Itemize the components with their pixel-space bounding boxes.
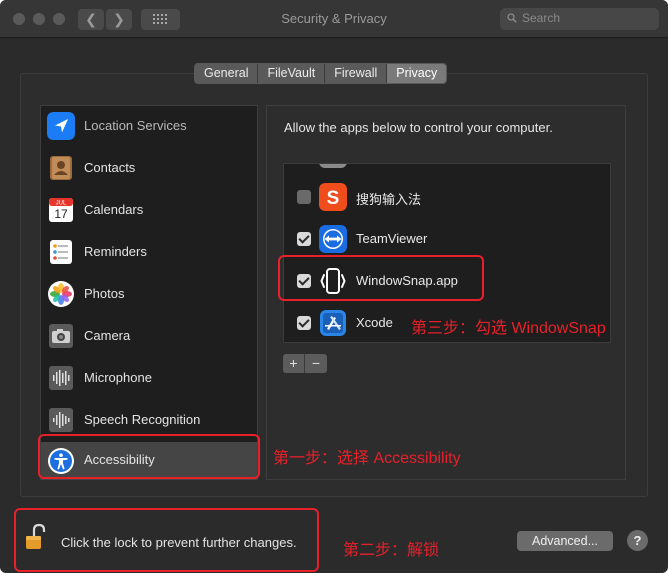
calendar-icon-month: JUL xyxy=(56,201,67,207)
app-checkbox[interactable] xyxy=(297,232,311,246)
sidebar-item-label: Reminders xyxy=(84,244,147,259)
sidebar-item-microphone[interactable]: Microphone xyxy=(41,358,257,400)
partial-app-icon xyxy=(319,164,347,168)
sidebar-item-label: Camera xyxy=(84,328,131,343)
remove-app-button[interactable]: − xyxy=(305,354,327,373)
highlight-accessibility xyxy=(38,434,260,479)
tab-filevault[interactable]: FileVault xyxy=(258,64,326,83)
sidebar-item-label: Speech Recognition xyxy=(84,412,201,427)
add-remove-controls: + − xyxy=(283,354,327,373)
app-label: TeamViewer xyxy=(356,231,428,246)
app-checkbox[interactable] xyxy=(297,316,311,330)
tab-firewall[interactable]: Firewall xyxy=(325,64,388,83)
app-checkbox[interactable] xyxy=(297,190,311,204)
sidebar-item-camera[interactable]: Camera xyxy=(41,316,257,358)
sogou-icon-glyph: S xyxy=(327,188,340,209)
annotation-step3: 第三步：勾选 WindowSnap xyxy=(411,320,606,337)
contacts-icon xyxy=(50,156,72,180)
annotation-step1: 第一步：选择 Accessibility xyxy=(273,450,461,467)
pane-description: Allow the apps below to control your com… xyxy=(284,120,553,135)
sidebar-item-label: Contacts xyxy=(84,160,136,175)
xcode-icon xyxy=(320,310,346,336)
sogou-icon: S xyxy=(319,183,347,211)
list-item[interactable]: S 搜狗输入法 xyxy=(284,175,610,217)
title-bar: ❮ ❯ Security & Privacy Search xyxy=(0,0,668,38)
reminders-icon xyxy=(50,240,72,264)
list-item[interactable]: TeamViewer xyxy=(284,217,610,259)
sidebar-item-location-services[interactable]: Location Services xyxy=(41,106,257,148)
camera-icon xyxy=(49,324,73,348)
sidebar-item-label: Calendars xyxy=(84,202,144,217)
highlight-windowsnap xyxy=(278,255,484,301)
calendar-icon: JUL 17 xyxy=(49,198,73,222)
advanced-button[interactable]: Advanced... xyxy=(517,531,613,551)
photos-icon xyxy=(48,281,74,307)
location-icon xyxy=(47,112,75,140)
search-field[interactable]: Search xyxy=(500,8,659,30)
sidebar-item-reminders[interactable]: Reminders xyxy=(41,232,257,274)
help-button[interactable]: ? xyxy=(627,530,648,551)
microphone-icon xyxy=(49,366,73,390)
search-placeholder: Search xyxy=(522,11,561,25)
tab-general[interactable]: General xyxy=(195,64,259,83)
add-app-button[interactable]: + xyxy=(283,354,305,373)
teamviewer-icon xyxy=(319,225,347,253)
calendar-icon-day: 17 xyxy=(54,207,68,221)
search-icon xyxy=(507,13,517,23)
tab-privacy[interactable]: Privacy xyxy=(387,64,447,83)
app-label: Xcode xyxy=(356,315,393,330)
tab-bar: General FileVault Firewall Privacy xyxy=(194,63,448,84)
speech-recognition-icon xyxy=(49,408,73,432)
preferences-window: ❮ ❯ Security & Privacy Search General Fi… xyxy=(0,0,668,573)
annotation-step2: 第二步：解锁 xyxy=(343,542,440,559)
app-label: 搜狗输入法 xyxy=(356,192,422,207)
privacy-category-list[interactable]: Location Services Contacts JUL 17 Calend… xyxy=(40,105,258,480)
sidebar-item-calendars[interactable]: JUL 17 Calendars xyxy=(41,190,257,232)
sidebar-item-photos[interactable]: Photos xyxy=(41,274,257,316)
sidebar-item-label: Location Services xyxy=(84,118,187,133)
sidebar-item-contacts[interactable]: Contacts xyxy=(41,148,257,190)
sidebar-item-label: Photos xyxy=(84,286,125,301)
highlight-lock xyxy=(14,508,319,572)
sidebar-item-label: Microphone xyxy=(84,370,152,385)
